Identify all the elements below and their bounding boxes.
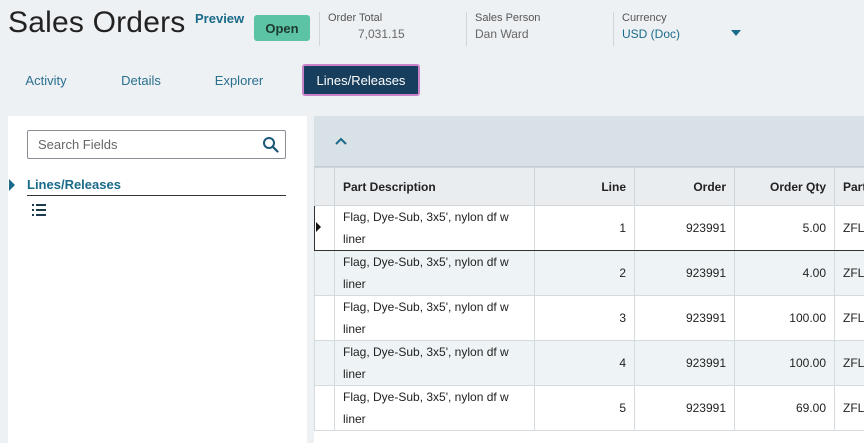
search-icon[interactable]	[262, 136, 279, 153]
cell-order[interactable]: 923991	[634, 250, 735, 296]
cell-order-qty[interactable]: 100.00	[734, 295, 835, 341]
table-row[interactable]: Flag, Dye-Sub, 3x5', nylon df w liner 2 …	[314, 250, 864, 296]
column-header-order-qty[interactable]: Order Qty	[734, 167, 835, 206]
lines-grid-panel: Part Description Line Order Order Qty Pa…	[314, 116, 864, 443]
cell-line[interactable]: 2	[534, 250, 635, 296]
tree-divider	[27, 195, 286, 196]
status-badge: Open	[254, 15, 310, 41]
cell-line[interactable]: 1	[534, 205, 635, 251]
cell-line[interactable]: 4	[534, 340, 635, 386]
column-header-line[interactable]: Line	[534, 167, 635, 206]
cell-part-description[interactable]: Flag, Dye-Sub, 3x5', nylon df w liner	[334, 250, 535, 296]
column-header-part[interactable]: Part	[834, 167, 864, 206]
cell-order-qty[interactable]: 69.00	[734, 385, 835, 431]
sales-person-field: Sales Person Dan Ward	[466, 12, 606, 46]
order-total-field: Order Total 7,031.15	[319, 12, 459, 46]
cell-part-description[interactable]: Flag, Dye-Sub, 3x5', nylon df w liner	[334, 295, 535, 341]
table-header-row: Part Description Line Order Order Qty Pa…	[314, 167, 864, 206]
cell-part-description[interactable]: Flag, Dye-Sub, 3x5', nylon df w liner	[334, 205, 535, 251]
sales-person-label: Sales Person	[475, 12, 541, 24]
cell-order[interactable]: 923991	[634, 295, 735, 341]
cell-part[interactable]: ZFL	[834, 250, 864, 296]
cell-order-qty[interactable]: 5.00	[734, 205, 835, 251]
tab-explorer[interactable]: Explorer	[206, 64, 272, 96]
order-total-value: 7,031.15	[358, 27, 405, 41]
row-selector[interactable]	[314, 205, 335, 251]
preview-link[interactable]: Preview	[195, 11, 244, 26]
cell-part[interactable]: ZFL	[834, 295, 864, 341]
row-selector[interactable]	[314, 385, 335, 431]
row-selector[interactable]	[314, 295, 335, 341]
table-row[interactable]: Flag, Dye-Sub, 3x5', nylon df w liner 1 …	[314, 205, 864, 251]
cell-part-description[interactable]: Flag, Dye-Sub, 3x5', nylon df w liner	[334, 340, 535, 386]
caret-down-icon[interactable]	[731, 30, 741, 36]
search-box	[27, 130, 286, 159]
caret-right-icon[interactable]	[9, 179, 15, 191]
tab-lines-releases[interactable]: Lines/Releases	[302, 64, 420, 96]
column-header-selector	[314, 167, 335, 206]
order-total-label: Order Total	[328, 12, 383, 24]
column-header-part-description[interactable]: Part Description	[334, 167, 535, 206]
row-selector[interactable]	[314, 340, 335, 386]
cell-part[interactable]: ZFL	[834, 385, 864, 431]
tree-item-lines-releases[interactable]: Lines/Releases	[27, 177, 121, 192]
cell-order-qty[interactable]: 100.00	[734, 340, 835, 386]
page-header: Sales Orders Preview Open Order Total 7,…	[0, 0, 864, 56]
search-input[interactable]	[28, 131, 256, 158]
table-row[interactable]: Flag, Dye-Sub, 3x5', nylon df w liner 5 …	[314, 385, 864, 431]
tab-activity[interactable]: Activity	[14, 64, 78, 96]
tab-details[interactable]: Details	[112, 64, 170, 96]
cell-line[interactable]: 5	[534, 385, 635, 431]
currency-label: Currency	[622, 12, 667, 24]
table-row[interactable]: Flag, Dye-Sub, 3x5', nylon df w liner 3 …	[314, 295, 864, 341]
tab-bar: Activity Details Explorer Lines/Releases	[0, 62, 864, 98]
sales-person-value: Dan Ward	[475, 27, 529, 41]
cell-order-qty[interactable]: 4.00	[734, 250, 835, 296]
cell-part[interactable]: ZFL	[834, 205, 864, 251]
list-icon[interactable]	[32, 204, 46, 216]
chevron-up-icon[interactable]	[334, 136, 348, 146]
column-header-order[interactable]: Order	[634, 167, 735, 206]
grid-toolbar	[314, 116, 864, 167]
cell-part[interactable]: ZFL	[834, 340, 864, 386]
table-row[interactable]: Flag, Dye-Sub, 3x5', nylon df w liner 4 …	[314, 340, 864, 386]
lines-table: Part Description Line Order Order Qty Pa…	[314, 167, 864, 431]
cell-part-description[interactable]: Flag, Dye-Sub, 3x5', nylon df w liner	[334, 385, 535, 431]
field-tree-panel: Lines/Releases	[8, 116, 307, 443]
row-pointer-icon	[316, 222, 321, 232]
page-title: Sales Orders	[8, 6, 186, 39]
cell-order[interactable]: 923991	[634, 205, 735, 251]
cell-order[interactable]: 923991	[634, 385, 735, 431]
cell-order[interactable]: 923991	[634, 340, 735, 386]
currency-select[interactable]: Currency USD (Doc)	[613, 12, 753, 46]
cell-line[interactable]: 3	[534, 295, 635, 341]
row-selector[interactable]	[314, 250, 335, 296]
